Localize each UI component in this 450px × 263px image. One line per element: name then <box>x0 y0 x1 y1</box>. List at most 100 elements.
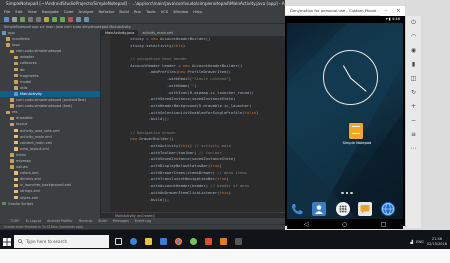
menu-help[interactable]: Help <box>193 8 202 15</box>
stop-icon[interactable] <box>68 16 73 22</box>
menu-code[interactable]: Code <box>64 8 74 15</box>
battery-icon[interactable]: ▮ <box>410 61 418 69</box>
code-line: .withName("") <box>112 82 197 88</box>
project-tree-panel: app manifests java com.sudo.simplenotepad ad… <box>0 30 101 226</box>
tree-item[interactable]: Gradle Scripts <box>0 201 100 207</box>
task-view-icon[interactable] <box>113 235 124 248</box>
rotate-icon[interactable]: ↻ <box>410 89 418 97</box>
menu-vcs[interactable]: VCS <box>161 8 169 15</box>
menu-tools[interactable]: Tools <box>146 8 155 15</box>
code-line: .withActivity(this) // activity main <box>112 143 231 148</box>
code-line: .withSelectionListEnabledForSingleProfil… <box>112 109 259 115</box>
code-line: new DrawerBuilder() <box>130 136 174 142</box>
more-icon[interactable]: ⋯ <box>410 145 418 153</box>
menu-build[interactable]: Build <box>119 8 129 15</box>
folder-icon <box>6 43 10 47</box>
camera-icon[interactable]: ◫ <box>410 75 418 83</box>
folder-icon <box>10 98 14 102</box>
search-icon <box>18 239 23 244</box>
cut-icon[interactable] <box>44 16 49 22</box>
menu-edit[interactable]: Edit <box>15 8 22 15</box>
emulator-window-controls: – × <box>380 6 405 16</box>
wifi-icon[interactable]: ◠ <box>410 33 418 41</box>
folder-icon <box>10 153 14 157</box>
taskbar-search[interactable]: Type here to search <box>14 235 109 248</box>
menu-run[interactable]: Run <box>134 8 141 15</box>
ide-status-bar: Gradle build finished in 7s 418ms (momen… <box>0 224 285 229</box>
menu-icon[interactable]: ≡ <box>410 131 418 139</box>
system-tray: ▟ ENG 21:46 02/15/2018 <box>398 234 450 249</box>
debug-icon[interactable] <box>60 16 65 22</box>
phone-dialer-icon[interactable] <box>290 202 304 216</box>
line-gutter <box>101 36 110 212</box>
code-editor[interactable]: sticky = new AccountHeaderBuilder() stic… <box>112 36 285 212</box>
language-indicator[interactable]: ENG <box>416 240 424 244</box>
simple-notepad-app-icon[interactable] <box>349 123 363 139</box>
messaging-icon[interactable] <box>358 202 372 216</box>
gps-icon[interactable]: ◉ <box>410 47 418 55</box>
store-icon[interactable] <box>158 235 169 248</box>
code-line: .build(); <box>112 196 170 202</box>
search-placeholder: Type here to search <box>26 239 68 244</box>
undo-icon[interactable] <box>28 16 33 22</box>
home-button[interactable]: ○ <box>342 221 347 228</box>
code-line: AccountHeader header = new AccountHeader… <box>112 62 243 68</box>
open-folder-icon[interactable] <box>4 16 9 22</box>
sync-icon[interactable] <box>20 16 25 22</box>
app-drawer-icon[interactable] <box>336 202 350 216</box>
back-button[interactable]: ◁ <box>304 221 309 228</box>
clock-minute-hand <box>350 77 367 92</box>
redo-icon[interactable] <box>36 16 41 22</box>
folder-icon <box>14 134 18 139</box>
avd-manager-icon[interactable] <box>76 16 81 22</box>
ide-toolbar <box>0 15 285 24</box>
start-button[interactable] <box>0 234 14 249</box>
folder-icon <box>14 189 18 194</box>
menu-file[interactable]: File <box>4 8 10 15</box>
folder-icon <box>14 140 18 145</box>
clock-hour-hand <box>342 64 352 79</box>
media-player-icon[interactable] <box>218 235 229 248</box>
emulator-controls-sidebar: ⏻ ◠ ◉ ▮ ◫ ↻ + − ≡ ⋯ <box>405 16 421 228</box>
folder-icon <box>10 104 14 108</box>
save-icon[interactable] <box>12 16 17 22</box>
page-indicator <box>337 192 357 196</box>
menu-view[interactable]: View <box>28 8 37 15</box>
file-explorer-icon[interactable] <box>143 235 154 248</box>
close-icon[interactable]: × <box>396 8 400 14</box>
android-studio-icon[interactable] <box>188 235 199 248</box>
run-icon[interactable] <box>52 16 57 22</box>
genymotion-icon[interactable] <box>203 235 214 248</box>
network-icon[interactable]: ▟ <box>410 240 413 244</box>
code-line: .withDrawerItems(itemsDrawer) // menu it… <box>112 169 247 175</box>
video-bottom-margin <box>0 249 450 263</box>
recents-button[interactable]: □ <box>381 221 387 228</box>
folder-icon <box>6 37 10 41</box>
browser-icon[interactable] <box>381 202 395 216</box>
menu-analyze[interactable]: Analyze <box>79 8 94 15</box>
folder-icon <box>6 110 10 115</box>
taskbar-clock[interactable]: 21:46 02/15/2018 <box>427 237 447 246</box>
android-navigation-bar: ◁ ○ □ <box>287 219 403 229</box>
edge-browser-icon[interactable] <box>128 235 139 248</box>
windows-logo-icon <box>3 237 11 246</box>
menu-refactor[interactable]: Refactor <box>98 8 114 15</box>
contacts-icon[interactable] <box>312 202 326 216</box>
minimize-icon[interactable]: – <box>385 8 388 14</box>
menu-window[interactable]: Window <box>173 8 188 15</box>
volume-up-icon[interactable]: + <box>410 103 418 111</box>
power-icon[interactable]: ⏻ <box>410 19 418 27</box>
folder-icon <box>14 86 18 90</box>
analog-clock-widget[interactable] <box>323 50 378 105</box>
code-line: .withEmail("Simple notepad") <box>112 76 231 82</box>
sdk-manager-icon[interactable] <box>84 16 89 22</box>
code-line: .withDisplayBelowStatusBar(true) <box>112 163 222 169</box>
code-line: .build(); <box>112 116 170 122</box>
chrome-icon[interactable] <box>173 235 184 248</box>
menu-navigate[interactable]: Navigate <box>42 8 59 15</box>
terminal-icon[interactable] <box>233 235 244 248</box>
volume-down-icon[interactable]: − <box>410 117 418 125</box>
taskbar-items: Type here to search <box>0 234 450 249</box>
app-label[interactable]: Simple Notepad <box>336 141 378 145</box>
